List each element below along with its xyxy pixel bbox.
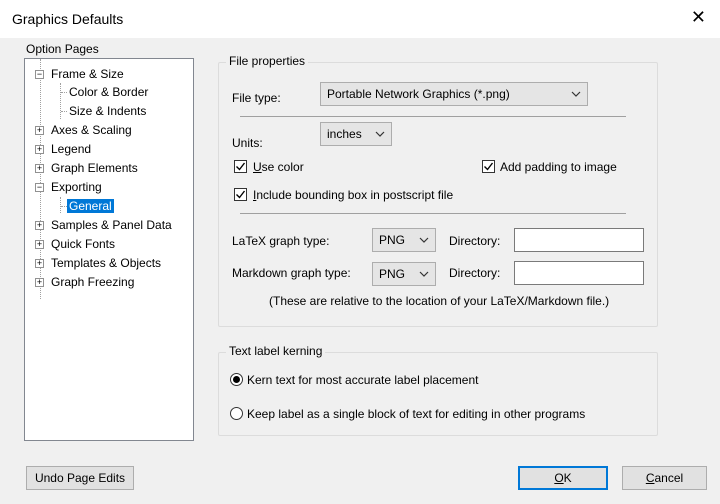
title-bar: Graphics Defaults ✕ xyxy=(0,0,720,38)
tree-item-label: Quick Fonts xyxy=(51,237,116,251)
chevron-down-icon xyxy=(571,91,581,97)
add-padding-checkbox[interactable] xyxy=(482,160,495,173)
kern-text-radio[interactable] xyxy=(230,373,243,386)
separator xyxy=(240,116,626,117)
tree-connector xyxy=(60,197,61,213)
expand-icon[interactable]: + xyxy=(35,145,44,154)
file-type-label: File type: xyxy=(232,91,281,105)
tree-item-label: Graph Freezing xyxy=(51,275,135,289)
tree-item-general[interactable]: General xyxy=(67,197,114,215)
tree-item-label: Color & Border xyxy=(69,85,149,99)
expand-icon[interactable]: + xyxy=(35,240,44,249)
tree-item-label: Legend xyxy=(51,142,92,156)
chevron-down-icon xyxy=(419,237,429,243)
use-color-checkbox[interactable] xyxy=(234,160,247,173)
check-icon xyxy=(484,162,494,171)
use-color-label[interactable]: Use color xyxy=(253,160,304,174)
tree-item-label: General xyxy=(67,199,114,213)
expand-icon[interactable]: + xyxy=(35,126,44,135)
collapse-icon[interactable]: − xyxy=(35,70,44,79)
units-label: Units: xyxy=(232,136,263,150)
tree-item-label: Graph Elements xyxy=(51,161,138,175)
include-bbox-label[interactable]: Include bounding box in postscript file xyxy=(253,188,453,202)
latex-directory-label: Directory: xyxy=(449,234,501,248)
undo-page-edits-button[interactable]: Undo Page Edits xyxy=(26,466,134,490)
label-text: nclude bounding box in postscript file xyxy=(256,188,454,202)
label-text: se color xyxy=(261,160,304,174)
chevron-down-icon xyxy=(419,271,429,277)
single-block-radio[interactable] xyxy=(230,407,243,420)
button-text: K xyxy=(563,471,572,485)
include-bbox-checkbox[interactable] xyxy=(234,188,247,201)
file-type-value: Portable Network Graphics (*.png) xyxy=(327,87,510,101)
tree-item-label: Templates & Objects xyxy=(51,256,162,270)
check-icon xyxy=(236,162,246,171)
tree-item-label: Exporting xyxy=(51,180,102,194)
accelerator-key: U xyxy=(253,160,262,174)
tree-item-color-border[interactable]: Color & Border xyxy=(69,83,148,101)
directory-note: (These are relative to the location of y… xyxy=(269,294,610,308)
close-icon[interactable]: ✕ xyxy=(691,8,706,26)
cancel-button[interactable]: Cancel xyxy=(622,466,707,490)
tree-connector xyxy=(61,92,67,93)
units-value: inches xyxy=(327,127,362,141)
latex-graph-type-value: PNG xyxy=(379,233,406,247)
file-type-select[interactable]: Portable Network Graphics (*.png) xyxy=(320,82,588,106)
window-title: Graphics Defaults xyxy=(12,11,124,27)
markdown-graph-type-value: PNG xyxy=(379,267,406,281)
tree-connector xyxy=(61,111,67,112)
kern-text-label[interactable]: Kern text for most accurate label placem… xyxy=(247,373,478,387)
tree-item-label: Samples & Panel Data xyxy=(51,218,172,232)
latex-graph-type-label: LaTeX graph type: xyxy=(232,234,330,248)
expand-icon[interactable]: + xyxy=(35,164,44,173)
button-text: ancel xyxy=(654,471,684,485)
markdown-directory-input[interactable] xyxy=(514,261,644,285)
expand-icon[interactable]: + xyxy=(35,278,44,287)
chevron-down-icon xyxy=(375,131,385,137)
markdown-graph-type-label: Markdown graph type: xyxy=(232,266,351,280)
expand-icon[interactable]: + xyxy=(35,259,44,268)
option-pages-tree[interactable]: − Frame & Size Color & Border Size & Ind… xyxy=(24,58,194,441)
text-label-kerning-title: Text label kerning xyxy=(226,344,326,358)
collapse-icon[interactable]: − xyxy=(35,183,44,192)
separator xyxy=(240,213,626,214)
units-select[interactable]: inches xyxy=(320,122,392,146)
markdown-directory-label: Directory: xyxy=(449,266,501,280)
latex-directory-input[interactable] xyxy=(514,228,644,252)
tree-item-label: Size & Indents xyxy=(69,104,147,118)
file-properties-title: File properties xyxy=(226,54,309,68)
option-pages-label: Option Pages xyxy=(26,42,99,56)
markdown-graph-type-select[interactable]: PNG xyxy=(372,262,436,286)
single-block-label[interactable]: Keep label as a single block of text for… xyxy=(247,407,585,421)
tree-item-label: Axes & Scaling xyxy=(51,123,132,137)
check-icon xyxy=(236,190,246,199)
text-label-kerning-group xyxy=(218,352,658,436)
latex-graph-type-select[interactable]: PNG xyxy=(372,228,436,252)
tree-connector xyxy=(60,83,61,119)
accelerator-key: O xyxy=(554,471,564,485)
ok-button[interactable]: OK xyxy=(518,466,608,490)
add-padding-label[interactable]: Add padding to image xyxy=(500,160,617,174)
tree-item-label: Frame & Size xyxy=(51,67,124,81)
expand-icon[interactable]: + xyxy=(35,221,44,230)
tree-item-size-indents[interactable]: Size & Indents xyxy=(69,102,146,120)
